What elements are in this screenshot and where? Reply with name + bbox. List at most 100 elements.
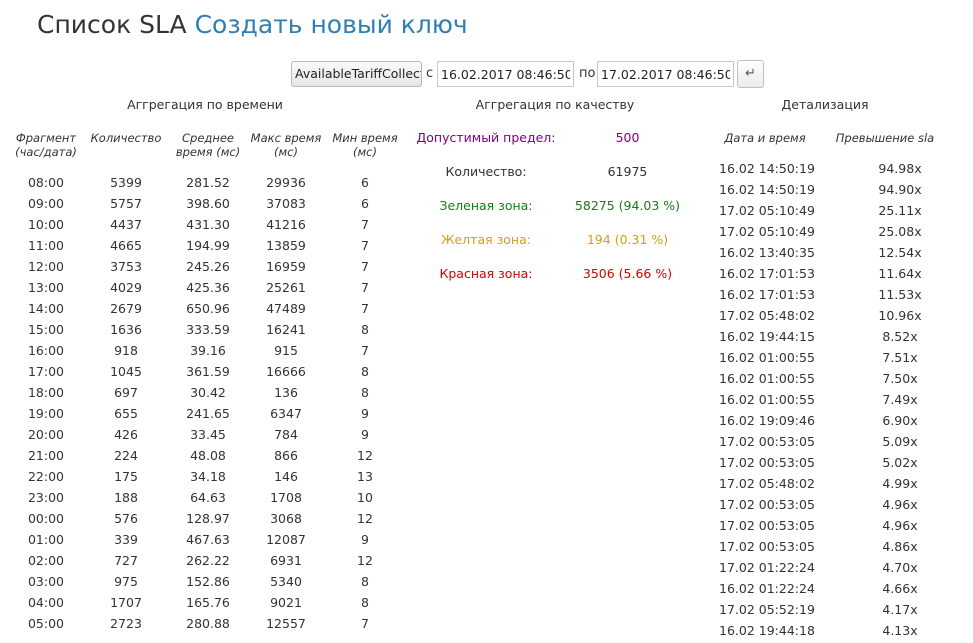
min-time-cell: 6: [361, 196, 369, 211]
avg-time-cell: 262.22: [186, 553, 230, 568]
min-time-cell: 8: [361, 322, 369, 337]
from-label: с: [426, 66, 434, 81]
avg-time-cell: 152.86: [186, 574, 230, 589]
fragment-cell: 14:00: [27, 301, 65, 316]
limit-row: Допустимый предел: 500: [410, 128, 700, 148]
table-row: 18:00 697 30.42 136 8: [0, 382, 400, 403]
min-time-cell: 7: [361, 301, 369, 316]
table-row: 12:00 3753 245.26 16959 7: [0, 256, 400, 277]
datetime-cell: 17.02 05:52:19: [719, 602, 815, 617]
red-zone-label: Красная зона:: [439, 266, 533, 281]
max-time-cell: 13859: [266, 238, 306, 253]
from-date-input[interactable]: [437, 61, 574, 87]
max-time-cell: 1708: [270, 490, 302, 505]
sla-excess-cell: 25.11x: [878, 203, 922, 218]
service-select[interactable]: AvailableTariffCollect: [291, 61, 422, 87]
create-key-link[interactable]: Создать новый ключ: [195, 10, 468, 39]
min-time-cell: 9: [361, 406, 369, 421]
min-time-cell: 9: [361, 427, 369, 442]
table-row: 20:00 426 33.45 784 9: [0, 424, 400, 445]
max-time-cell: 136: [274, 385, 298, 400]
to-date-input[interactable]: [597, 61, 734, 87]
min-time-cell: 8: [361, 574, 369, 589]
sla-excess-cell: 11.53x: [878, 287, 922, 302]
table-row: 11:00 4665 194.99 13859 7: [0, 235, 400, 256]
limit-value: 500: [615, 130, 640, 145]
max-time-cell: 866: [274, 448, 298, 463]
sla-excess-cell: 4.13x: [882, 623, 918, 638]
max-time-cell: 16666: [266, 364, 306, 379]
count-cell: 4029: [110, 280, 142, 295]
min-time-cell: 10: [357, 490, 373, 505]
detail-row: 17.02 00:53:05 5.09x: [700, 431, 960, 452]
datetime-cell: 16.02 14:50:19: [719, 161, 815, 176]
min-time-cell: 12: [357, 511, 373, 526]
avg-time-cell: 361.59: [186, 364, 230, 379]
datetime-cell: 16.02 13:40:35: [719, 245, 815, 260]
count-cell: 1045: [110, 364, 142, 379]
avg-time-cell: 431.30: [186, 217, 230, 232]
table-row: 01:00 339 467.63 12087 9: [0, 529, 400, 550]
sla-excess-cell: 4.99x: [882, 476, 918, 491]
fragment-cell: 20:00: [27, 427, 65, 442]
yellow-zone-row: Желтая зона: 194 (0.31 %): [410, 230, 700, 250]
apply-button[interactable]: ↵: [737, 60, 764, 88]
avg-time-cell: 281.52: [186, 175, 230, 190]
count-cell: 175: [114, 469, 138, 484]
table-row: 08:00 5399 281.52 29936 6: [0, 172, 400, 193]
sla-excess-cell: 4.96x: [882, 518, 918, 533]
count-cell: 975: [114, 574, 138, 589]
avg-time-cell: 467.63: [186, 532, 230, 547]
datetime-cell: 17.02 05:10:49: [719, 203, 815, 218]
table-row: 19:00 655 241.65 6347 9: [0, 403, 400, 424]
detail-row: 16.02 17:01:53 11.53x: [700, 284, 960, 305]
fragment-cell: 23:00: [27, 490, 65, 505]
sla-excess-cell: 7.49x: [882, 392, 918, 407]
time-aggregation-title: Аггрегация по времени: [127, 97, 283, 112]
avg-time-cell: 194.99: [186, 238, 230, 253]
fragment-cell: 09:00: [27, 196, 65, 211]
fragment-cell: 13:00: [27, 280, 65, 295]
detail-row: 16.02 01:00:55 7.51x: [700, 347, 960, 368]
count-cell: 697: [114, 385, 138, 400]
max-time-cell: 3068: [270, 511, 302, 526]
green-zone-label: Зеленая зона:: [439, 198, 533, 213]
sla-excess-cell: 4.17x: [882, 602, 918, 617]
fragment-cell: 15:00: [27, 322, 65, 337]
detail-row: 16.02 19:44:15 8.52x: [700, 326, 960, 347]
green-zone-row: Зеленая зона: 58275 (94.03 %): [410, 196, 700, 216]
table-row: 23:00 188 64.63 1708 10: [0, 487, 400, 508]
fragment-cell: 10:00: [27, 217, 65, 232]
table-row: 21:00 224 48.08 866 12: [0, 445, 400, 466]
datetime-cell: 17.02 00:53:05: [719, 518, 815, 533]
table-row: 13:00 4029 425.36 25261 7: [0, 277, 400, 298]
yellow-zone-label: Желтая зона:: [441, 232, 531, 247]
table-row: 05:00 2723 280.88 12557 7: [0, 613, 400, 634]
fragment-cell: 16:00: [27, 343, 65, 358]
detail-row: 16.02 01:00:55 7.50x: [700, 368, 960, 389]
col-sla-excess: Превышение sla: [835, 131, 935, 145]
fragment-cell: 08:00: [27, 175, 65, 190]
min-time-cell: 6: [361, 175, 369, 190]
count-cell: 1636: [110, 322, 142, 337]
detail-row: 17.02 01:22:24 4.70x: [700, 557, 960, 578]
avg-time-cell: 333.59: [186, 322, 230, 337]
table-row: 17:00 1045 361.59 16666 8: [0, 361, 400, 382]
count-row: Количество: 61975: [410, 162, 700, 182]
avg-time-cell: 165.76: [186, 595, 230, 610]
min-time-cell: 7: [361, 217, 369, 232]
fragment-cell: 04:00: [27, 595, 65, 610]
fragment-cell: 19:00: [27, 406, 65, 421]
min-time-cell: 8: [361, 385, 369, 400]
detail-row: 17.02 00:53:05 5.02x: [700, 452, 960, 473]
max-time-cell: 784: [274, 427, 298, 442]
datetime-cell: 16.02 19:44:15: [719, 329, 815, 344]
quality-aggregation-title: Аггрегация по качеству: [475, 97, 635, 112]
avg-time-cell: 241.65: [186, 406, 230, 421]
col-datetime: Дата и время: [724, 131, 806, 145]
avg-time-cell: 48.08: [190, 448, 226, 463]
avg-time-cell: 30.42: [190, 385, 226, 400]
detail-row: 16.02 19:44:18 4.13x: [700, 620, 960, 641]
count-value: 61975: [607, 164, 648, 179]
min-time-cell: 12: [357, 553, 373, 568]
